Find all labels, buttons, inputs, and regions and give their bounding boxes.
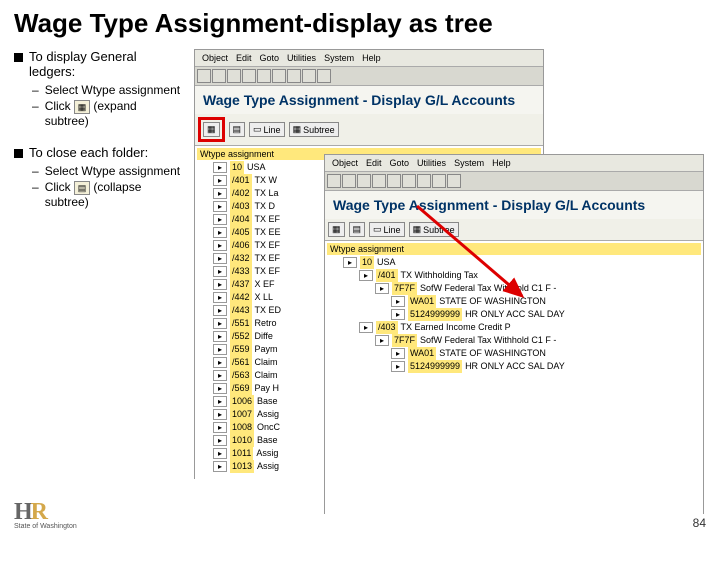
hr-logo: HR State of Washington [14, 499, 77, 530]
tree-node[interactable]: ▸7F7FSofW Federal Tax Withhold C1 F - [327, 334, 701, 347]
subtree-button[interactable]: ▦ Subtree [409, 222, 459, 237]
tree-area-2: Wtype assignment ▸10USA▸/401TX Withholdi… [325, 241, 703, 581]
bullet-text: To display General ledgers: [29, 49, 184, 79]
folder-icon: ▸ [213, 318, 227, 329]
folder-icon: ▸ [391, 361, 405, 372]
tree-action-icon: ▤ [74, 181, 90, 195]
tree-node[interactable]: ▸/403TX Earned Income Credit P [327, 321, 701, 334]
tree-node[interactable]: ▸/401TX Withholding Tax [327, 269, 701, 282]
folder-icon: ▸ [213, 448, 227, 459]
folder-icon: ▸ [359, 322, 373, 333]
menu-item[interactable]: Help [489, 157, 514, 169]
folder-icon: ▸ [213, 383, 227, 394]
tree-node[interactable]: ▸7F7FSofW Federal Tax Withhold C1 F - [327, 282, 701, 295]
folder-icon: ▸ [213, 227, 227, 238]
menu-item[interactable]: Utilities [414, 157, 449, 169]
folder-icon: ▸ [391, 348, 405, 359]
folder-icon: ▸ [213, 344, 227, 355]
folder-icon: ▸ [213, 214, 227, 225]
sub-bullet: –Click ▦ (expand subtree) [32, 99, 184, 128]
bullet-square-icon [14, 53, 23, 62]
expand-subtree-highlight: ▦ [198, 117, 225, 142]
menubar: ObjectEditGotoUtilitiesSystemHelp [325, 155, 703, 172]
folder-icon: ▸ [213, 240, 227, 251]
folder-icon: ▸ [213, 357, 227, 368]
folder-icon: ▸ [343, 257, 357, 268]
tree-action-icon: ▦ [74, 100, 90, 114]
folder-icon: ▸ [375, 283, 389, 294]
menubar: ObjectEditGotoUtilitiesSystemHelp [195, 50, 543, 67]
folder-icon: ▸ [213, 201, 227, 212]
folder-icon: ▸ [213, 305, 227, 316]
sap-window-2: ObjectEditGotoUtilitiesSystemHelp Wage T… [324, 154, 704, 514]
folder-icon: ▸ [359, 270, 373, 281]
subtree-button[interactable]: ▦ Subtree [289, 122, 339, 137]
folder-icon: ▸ [213, 396, 227, 407]
folder-icon: ▸ [213, 162, 227, 173]
tree-node[interactable]: ▸WA01STATE OF WASHINGTON [327, 347, 701, 360]
collapse-subtree-button[interactable]: ▤ [349, 222, 366, 237]
folder-icon: ▸ [213, 461, 227, 472]
window-title: Wage Type Assignment - Display G/L Accou… [325, 191, 703, 219]
bullet-square-icon [14, 149, 23, 158]
menu-item[interactable]: System [321, 52, 357, 64]
collapse-subtree-button[interactable]: ▤ [229, 122, 246, 137]
sub-bullet: –Select Wtype assignment [32, 164, 184, 178]
tree-root-node[interactable]: Wtype assignment [327, 243, 701, 255]
menu-item[interactable]: System [451, 157, 487, 169]
toolbar-icon[interactable] [197, 69, 211, 83]
folder-icon: ▸ [213, 409, 227, 420]
menu-item[interactable]: Object [199, 52, 231, 64]
icon-toolbar [325, 172, 703, 191]
folder-icon: ▸ [391, 309, 405, 320]
folder-icon: ▸ [213, 422, 227, 433]
folder-icon: ▸ [213, 253, 227, 264]
tree-node[interactable]: ▸5124999999HR ONLY ACC SAL DAY [327, 360, 701, 373]
folder-icon: ▸ [213, 292, 227, 303]
line-button[interactable]: ▭ Line [249, 122, 285, 137]
folder-icon: ▸ [213, 435, 227, 446]
page-number: 84 [693, 516, 706, 530]
bullet-column: To display General ledgers: –Select Wtype… [14, 49, 184, 226]
bullet-text: To close each folder: [29, 145, 184, 160]
folder-icon: ▸ [213, 188, 227, 199]
expand-subtree-button[interactable]: ▦ [328, 222, 345, 237]
menu-item[interactable]: Edit [363, 157, 385, 169]
window-title: Wage Type Assignment - Display G/L Accou… [195, 86, 543, 114]
folder-icon: ▸ [213, 370, 227, 381]
sub-bullet: –Select Wtype assignment [32, 83, 184, 97]
tree-node[interactable]: ▸WA01STATE OF WASHINGTON [327, 295, 701, 308]
menu-item[interactable]: Utilities [284, 52, 319, 64]
menu-item[interactable]: Goto [257, 52, 283, 64]
folder-icon: ▸ [391, 296, 405, 307]
menu-item[interactable]: Goto [387, 157, 413, 169]
icon-toolbar [195, 67, 543, 86]
folder-icon: ▸ [213, 279, 227, 290]
menu-item[interactable]: Object [329, 157, 361, 169]
menu-item[interactable]: Edit [233, 52, 255, 64]
sub-bullet: –Click ▤ (collapse subtree) [32, 180, 184, 209]
folder-icon: ▸ [213, 175, 227, 186]
line-button[interactable]: ▭ Line [369, 222, 405, 237]
tree-node[interactable]: ▸10USA [327, 256, 701, 269]
expand-subtree-button[interactable]: ▦ [203, 122, 220, 137]
folder-icon: ▸ [213, 266, 227, 277]
menu-item[interactable]: Help [359, 52, 384, 64]
slide-title: Wage Type Assignment-display as tree [14, 8, 706, 39]
folder-icon: ▸ [375, 335, 389, 346]
tree-node[interactable]: ▸5124999999HR ONLY ACC SAL DAY [327, 308, 701, 321]
folder-icon: ▸ [213, 331, 227, 342]
